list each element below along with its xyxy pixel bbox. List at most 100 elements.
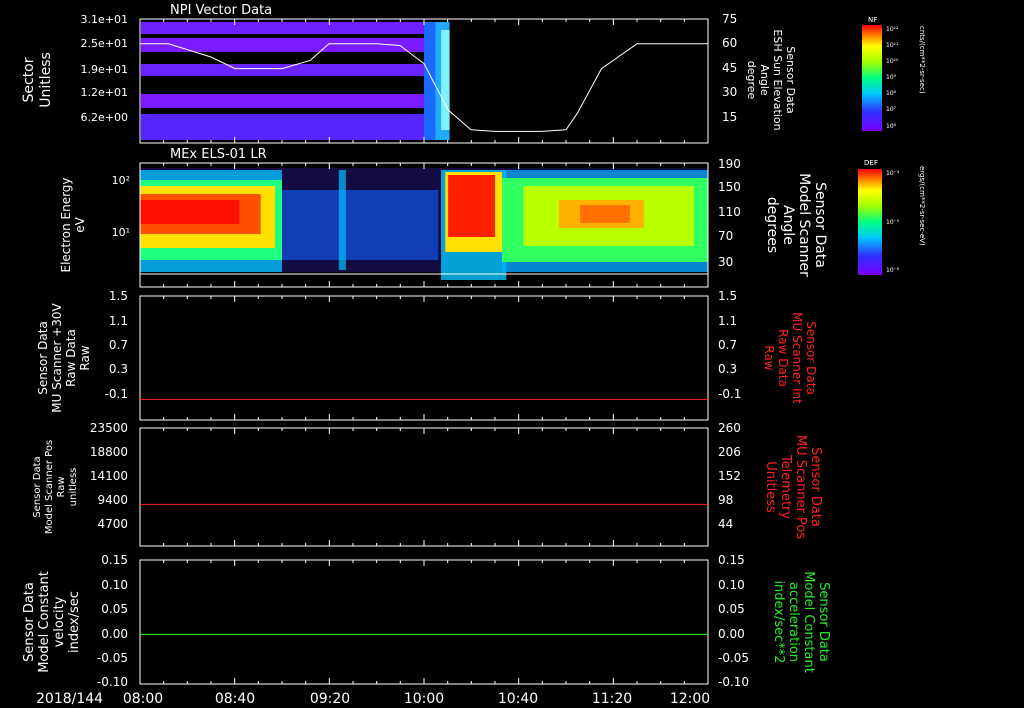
model-constant-panel: 0.15 0.10 0.05 0.00 -0.05 -0.10 0.15 0.1…: [22, 553, 831, 689]
npi-vector-panel: NPI Vector Data 3.1e+01 2.5e+01 1.9e+01 …: [21, 3, 797, 144]
y-tick-label: 44: [718, 517, 733, 531]
axis-label-line: MU Scanner Int: [790, 312, 804, 404]
y-tick-label: 0.15: [101, 553, 128, 567]
left-axis-ticks: 3.1e+01 2.5e+01 1.9e+01 1.2e+01 6.2e+00: [81, 13, 128, 124]
colorbar-tick: 10⁸: [886, 90, 897, 97]
y-tick-label: 10¹: [112, 226, 130, 239]
axis-label-line: Model Scanner Pos: [44, 440, 55, 534]
y-axis-label-right: Sensor Data MU Scanner Int Raw Data Raw: [762, 312, 818, 404]
axis-label-line: Telemetry: [778, 454, 793, 519]
figure: NPI Vector Data 3.1e+01 2.5e+01 1.9e+01 …: [21, 3, 926, 707]
colorbar-tick: 10⁻⁵: [886, 219, 900, 226]
axis-label-line: Sensor Data: [804, 321, 818, 395]
axis-label-line: Model Constant: [37, 571, 52, 673]
y-tick-label: 1.5: [109, 289, 128, 303]
panel-title: MEx ELS-01 LR: [170, 147, 267, 162]
right-axis-ticks: 1.5 1.1 0.7 0.3 -0.1: [718, 289, 741, 401]
left-axis-ticks: 10² 10¹: [112, 174, 130, 239]
y-tick-label: 1.5: [718, 289, 737, 303]
right-axis-ticks: 0.15 0.10 0.05 0.00 -0.05 -0.10: [718, 553, 749, 689]
scanner-pos-panel: 23500 18800 14100 9400 4700 260 206 152 …: [32, 421, 823, 547]
y-tick-label: 4700: [97, 517, 128, 531]
y-tick-label: 3.1e+01: [81, 13, 128, 26]
axis-label-line: Angle: [758, 64, 771, 96]
y-tick-label: 14100: [90, 469, 128, 483]
y-tick-label: 0.3: [109, 362, 128, 376]
axis-label-line: Unitless: [763, 461, 778, 513]
spectrogram-patch: [338, 170, 346, 270]
axis-label-line: degrees: [764, 197, 780, 253]
spectrogram-patch: [282, 190, 439, 260]
axis-label-line: Sensor Data: [812, 182, 828, 268]
y-tick-label: 75: [722, 12, 737, 26]
colorbar-gradient: [858, 169, 882, 275]
y-axis-label-left: Sensor Data MU Scanner +30V Raw Data Raw: [36, 303, 92, 413]
mu-scanner-raw-panel: 1.5 1.1 0.7 0.3 -0.1 1.5 1.1 0.7 0.3 -0.…: [36, 289, 818, 421]
y-tick-label: 6.2e+00: [81, 111, 128, 124]
y-tick-label: -0.05: [97, 651, 128, 665]
els-panel: MEx ELS-01 LR 10² 10¹ 190 150 110 70 30 …: [59, 147, 828, 288]
right-axis-ticks: 190 150 110 70 30: [718, 157, 741, 269]
plot-frame: [139, 295, 709, 421]
y-tick-label: 0.05: [101, 602, 128, 616]
colorbar-title: DEF: [864, 159, 878, 167]
axis-label-line: Raw: [78, 345, 92, 370]
heatmap-band: [141, 94, 436, 108]
axis-label-line: unitless: [68, 468, 79, 507]
y-axis-label-right: Sensor Data Model Constant acceleration …: [771, 571, 831, 673]
left-axis-ticks: 1.5 1.1 0.7 0.3 -0.1: [105, 289, 128, 401]
y-axis-label-right: Sensor Data Model Scanner Angle degrees: [764, 173, 828, 277]
axis-label-line: ESH Sun Elevation: [771, 29, 784, 130]
y-tick-label: 0.05: [718, 602, 745, 616]
axis-label-line: Raw: [56, 476, 67, 497]
axis-label-line: Electron Energy: [59, 177, 73, 272]
y-tick-label: 150: [718, 180, 741, 194]
y-axis-label-left: Sensor Data Model Constant velocity inde…: [22, 571, 82, 673]
y-axis-label-left: Electron Energy eV: [59, 177, 87, 272]
y-tick-label: 45: [722, 61, 737, 75]
date-label: 2018/144: [36, 691, 103, 707]
axis-label-line: Sensor Data: [816, 582, 831, 662]
spectrogram-patch: [580, 205, 630, 223]
y-tick-label: 152: [718, 469, 741, 483]
y-tick-label: 0.00: [718, 627, 745, 641]
axis-label-line: Model Scanner: [796, 173, 812, 277]
y-axis-label-right: Sensor Data MU Scanner Pos Telemetry Uni…: [763, 435, 823, 540]
left-axis-ticks: 23500 18800 14100 9400 4700: [90, 421, 128, 531]
plot-frame: [139, 559, 709, 685]
colorbar-tick: 10⁶: [886, 123, 897, 130]
colorbar-tick: 10¹²: [886, 26, 899, 33]
axis-label-line: Unitless: [38, 52, 54, 108]
colorbar-tick: 10⁻⁴: [886, 170, 900, 177]
colorbar-tick: 10⁷: [886, 106, 897, 113]
axis-label-line: degree: [745, 61, 758, 100]
y-tick-label: 1.9e+01: [81, 63, 128, 76]
colorbar-tick: 10⁻⁶: [886, 267, 900, 274]
y-tick-label: 2.5e+01: [81, 37, 128, 50]
right-axis-ticks: 75 60 45 30 15: [722, 12, 737, 124]
axis-label-line: eV: [73, 216, 87, 232]
x-tick-label: 08:40: [215, 691, 255, 707]
y-tick-label: 0.10: [718, 578, 745, 592]
y-tick-label: 0.15: [718, 553, 745, 567]
axis-label-line: index/sec: [67, 591, 82, 653]
axis-label-line: Sensor Data: [32, 456, 43, 517]
y-tick-label: 15: [722, 110, 737, 124]
y-tick-label: 190: [718, 157, 741, 171]
colorbar-def: DEF 10⁻⁴ 10⁻⁵ 10⁻⁶ ergs/(cm**2-sr-sec-eV…: [858, 159, 926, 275]
y-tick-label: 60: [722, 36, 737, 50]
y-tick-label: -0.05: [718, 651, 749, 665]
x-tick-label: 12:00: [670, 691, 710, 707]
y-tick-label: 206: [718, 445, 741, 459]
colorbar-tick: 10⁹: [886, 74, 897, 81]
y-tick-label: 30: [722, 85, 737, 99]
axis-label-line: Raw Data: [64, 329, 78, 387]
right-axis-ticks: 260 206 152 98 44: [718, 421, 741, 531]
y-tick-label: 1.1: [718, 314, 737, 328]
axis-label-line: velocity: [52, 596, 67, 647]
els-heatmap: [140, 168, 708, 280]
colorbar-gradient: [862, 25, 882, 131]
y-axis-label-left: Sector Unitless: [21, 52, 54, 108]
colorbar-tick: 10¹¹: [886, 42, 899, 49]
y-tick-label: 1.2e+01: [81, 86, 128, 99]
